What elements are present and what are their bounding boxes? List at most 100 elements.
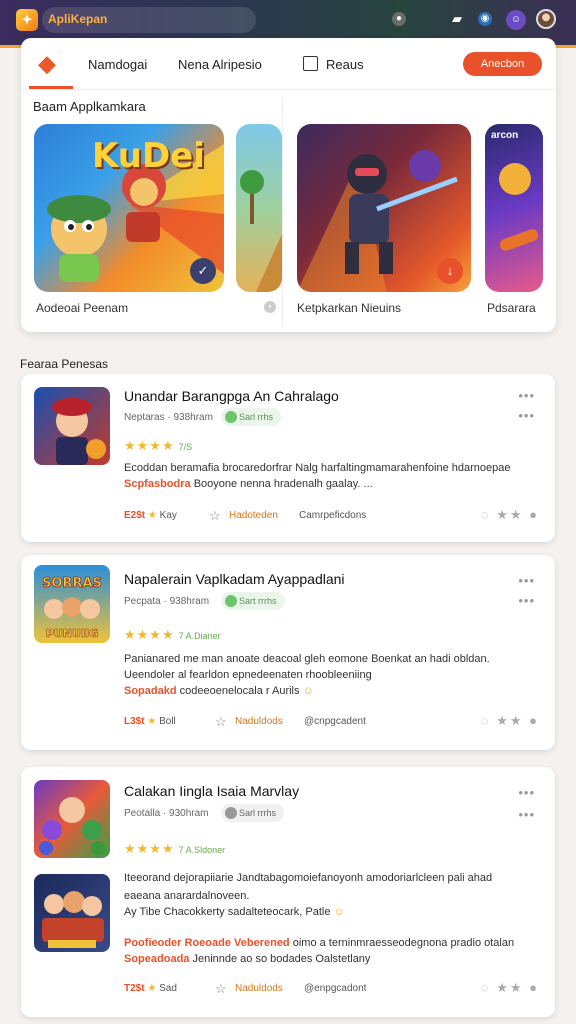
list-item[interactable]: SORRAS PUNUIIG Napalerain Vaplkadam Ayap…	[21, 555, 555, 750]
rating-note: 7/S	[178, 442, 193, 452]
more-options-icon[interactable]: •••	[518, 785, 535, 800]
app-name[interactable]: Unandar Barangpga An Cahralago	[124, 388, 339, 404]
share-icon[interactable]: ☆	[215, 981, 227, 997]
featured-label: Pdsarara	[487, 301, 536, 315]
checkbox-label: Reaus	[326, 57, 364, 72]
external-label[interactable]: Camrpeficdons	[299, 510, 366, 521]
app-description: Scpfasbodra Booyone nenna hradenalh gaal…	[124, 476, 544, 493]
app-description: Panianared me man anoate deacoal gleh eo…	[124, 653, 490, 665]
app-thumbnail	[34, 780, 110, 858]
tab-namdogai[interactable]: Namdogai	[88, 57, 147, 72]
status-dot-icon	[225, 411, 237, 423]
price-value: E2$t	[124, 510, 146, 521]
share-icon[interactable]: ☆	[209, 508, 221, 524]
app-meta: Pecpata · 938hram	[124, 596, 210, 607]
emoji-icon: ☺	[333, 906, 345, 918]
app-name[interactable]: Napalerain Vaplkadam Ayappadlani	[124, 571, 345, 587]
app-description: Poofieoder Roeoade Veberened oimo a tern…	[124, 935, 544, 952]
notification-icon[interactable]: ●	[392, 12, 406, 26]
highlight-text: Sopadakd	[124, 685, 177, 697]
featured-tile[interactable]: ↓	[297, 124, 471, 292]
featured-art-image	[240, 170, 282, 292]
app-description: Sopadakd codeeoenelocala r Aurils ☺	[124, 683, 544, 700]
app-description: Iteeorand dejorapiiarie Jandtabagomoiefa…	[124, 872, 493, 884]
download-icon[interactable]: ↓	[437, 258, 463, 284]
more-options-icon[interactable]: •••	[518, 807, 535, 822]
list-item[interactable]: Unandar Barangpga An Cahralago Neptaras …	[21, 374, 555, 542]
app-meta: Peotalla · 930hram	[124, 808, 209, 819]
more-options-icon[interactable]: •••	[518, 408, 535, 423]
rating-note: 7 A.Dianer	[178, 631, 221, 641]
status-dot-icon	[225, 595, 237, 607]
price-value: L3$t	[124, 716, 145, 727]
featured-art-title: arcon	[491, 130, 519, 141]
highlight-text: Poofieoder Roeoade Veberened	[124, 937, 290, 949]
status-badge: Sart rrrhs	[221, 592, 285, 610]
description-text: Jeninnde ao so bodades Oalstetlany	[192, 953, 371, 965]
featured-section-title: Baam Applkamkara	[33, 99, 146, 114]
price-label: E2$t ★ Kay	[124, 510, 177, 521]
description-text: codeeoenelocala r Aurils	[179, 685, 300, 697]
highlight-text: Sopeadoada	[124, 953, 190, 965]
star-icon: ★	[147, 983, 157, 994]
app-description: Ay Tibe Chacokkerty sadalteteocark, Patl…	[124, 904, 544, 921]
status-badge: Sarl rrrhs	[221, 804, 285, 822]
primary-action-button[interactable]: Anecbon	[463, 52, 542, 76]
featured-tile[interactable]	[236, 124, 282, 292]
highlight-text: Scpfasbodra	[124, 478, 191, 490]
puzzle-app-icon[interactable]: ✦	[16, 9, 38, 31]
status-label: Sarl rrhs	[239, 412, 274, 422]
star-icon: ★	[147, 510, 157, 521]
app-description: eaeana anarardalnoveen.	[124, 890, 250, 902]
action-icons[interactable]: ◌ ★★ ●	[481, 980, 539, 996]
list-item[interactable]: Calakan Iingla Isaia Marvlay Peotalla · …	[21, 767, 555, 1017]
description-text: Ay Tibe Chacokkerty sadalteteocark, Patl…	[124, 906, 331, 918]
more-options-icon[interactable]: •••	[518, 573, 535, 588]
app-description: Ecoddan beramafia brocaredorfrar Nalg ha…	[124, 462, 511, 474]
share-label[interactable]: Naduldods	[235, 716, 283, 727]
rating-stars: ★★★★ 7/S	[124, 438, 193, 453]
featured-panel: ◆ Namdogai Nena Alripesio Reaus Anecbon …	[21, 38, 556, 332]
brand-logo-icon[interactable]: ◆	[33, 52, 61, 76]
status-label: Sart rrrhs	[239, 596, 277, 606]
description-text: Booyone nenna hradenalh gaalay. ...	[193, 478, 373, 490]
featured-label: Ketpkarkan Nieuins	[297, 301, 402, 315]
app-name[interactable]: Calakan Iingla Isaia Marvlay	[124, 783, 299, 799]
featured-tile[interactable]: KuDei ✓	[34, 124, 224, 292]
rating-count: Sad	[159, 983, 177, 994]
share-label[interactable]: Hadoteden	[229, 510, 278, 521]
description-text: oimo a terninmraesseodegnona pradio otal…	[292, 937, 515, 949]
bookmark-icon[interactable]: ▰	[450, 12, 464, 26]
rating-stars: ★★★★ 7 A.Sldoner	[124, 841, 226, 856]
price-label: L3$t ★ Boll	[124, 716, 176, 727]
more-options-icon[interactable]: •••	[518, 388, 535, 403]
more-options-icon[interactable]: •••	[518, 593, 535, 608]
avatar[interactable]	[536, 9, 556, 29]
star-icon: ★	[147, 716, 157, 727]
globe-icon[interactable]: ◉	[478, 12, 492, 26]
profile-icon[interactable]: ☺	[506, 10, 526, 30]
action-icons[interactable]: ◌ ★★ ●	[481, 713, 539, 729]
price-label: T2$t ★ Sad	[124, 983, 177, 994]
featured-tile[interactable]: arcon	[485, 124, 543, 292]
tab-nena-alripesio[interactable]: Nena Alripesio	[178, 57, 262, 72]
more-icon[interactable]: •	[264, 301, 276, 313]
featured-art-image	[499, 163, 539, 251]
featured-label: Aodeoai Peenam	[36, 301, 129, 315]
external-label[interactable]: @enpgcadont	[304, 983, 366, 994]
divider	[282, 98, 283, 326]
rating-count: Kay	[159, 510, 177, 521]
app-description: Sopeadoada Jeninnde ao so bodades Oalste…	[124, 951, 544, 968]
list-section-title: Fearaa Penesas	[20, 357, 109, 371]
share-icon[interactable]: ☆	[215, 714, 227, 730]
status-badge: Sarl rrhs	[221, 408, 282, 426]
action-icons[interactable]: ◌ ★★ ●	[481, 507, 539, 523]
external-label[interactable]: @cnpgcadent	[304, 716, 366, 727]
svg-text:PUNUIIG: PUNUIIG	[46, 627, 98, 640]
filter-checkbox[interactable]	[303, 56, 318, 71]
app-meta: Neptaras · 938hram	[124, 412, 213, 423]
nav-bar: ◆ Namdogai Nena Alripesio Reaus Anecbon	[21, 38, 556, 90]
chevron-down-icon[interactable]: ✓	[190, 258, 216, 284]
share-label[interactable]: Naduldods	[235, 983, 283, 994]
app-description: Ueendoler al fearldon epnedeenaten rhoob…	[124, 669, 372, 681]
